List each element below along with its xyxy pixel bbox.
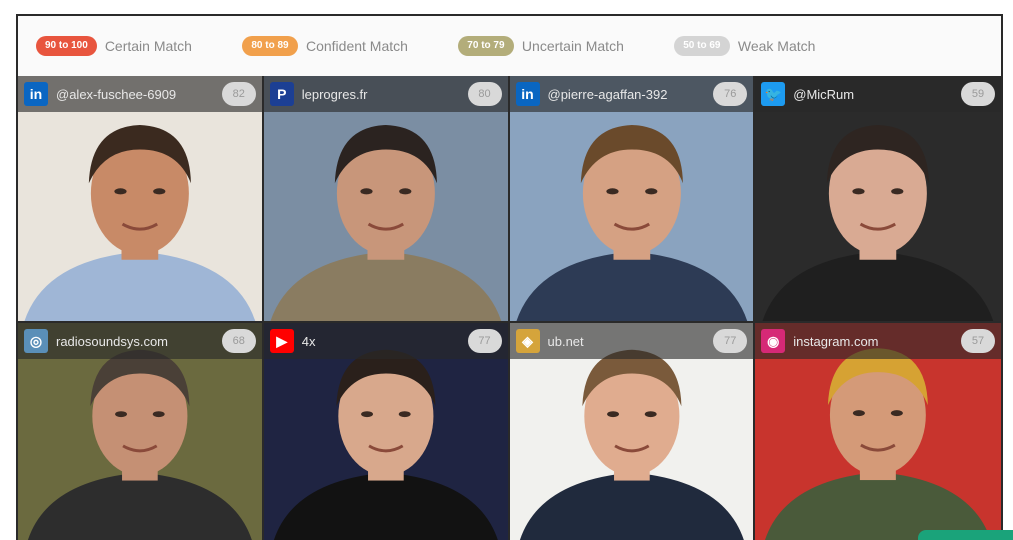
legend-pill: 90 to 100: [36, 36, 97, 56]
linkedin-icon[interactable]: in: [24, 82, 48, 106]
site-icon[interactable]: ◈: [515, 329, 540, 353]
source-handle[interactable]: @MicRum: [793, 87, 955, 102]
match-score-badge: 82: [221, 82, 256, 106]
match-score-badge: 68: [221, 329, 256, 353]
person-photo: [762, 125, 994, 321]
linkedin-icon[interactable]: in: [515, 82, 540, 106]
source-handle[interactable]: instagram.com: [793, 334, 955, 349]
legend-pill: 50 to 69: [673, 36, 730, 56]
source-bar: in @pierre-agaffan-392 76: [509, 76, 754, 112]
legend-certain: 90 to 100 Certain Match: [36, 36, 192, 56]
match-score-badge: 77: [467, 329, 502, 353]
result-card[interactable]: ◎ radiosoundsys.com 68: [18, 323, 264, 540]
leprogres-icon[interactable]: P: [269, 82, 294, 106]
result-card[interactable]: Pleprogres.fr 80: [263, 76, 510, 323]
source-bar: ▶ 4x 77: [263, 323, 508, 359]
legend-label: Uncertain Match: [521, 38, 624, 54]
result-card[interactable]: ▶ 4x 77: [263, 323, 510, 540]
results-panel: 90 to 100 Certain Match 80 to 89 Confide…: [16, 14, 1003, 540]
legend-pill: 70 to 79: [457, 36, 514, 56]
source-bar: Pleprogres.fr 80: [263, 76, 508, 112]
source-handle[interactable]: leprogres.fr: [302, 87, 462, 102]
source-bar: ◎ radiosoundsys.com 68: [18, 323, 262, 359]
person-photo: [24, 125, 256, 321]
match-score-badge: 80: [467, 82, 502, 106]
person-photo: [270, 125, 501, 321]
source-bar: ◈ ub.net 77: [509, 323, 754, 359]
corner-tab: [918, 530, 1013, 540]
match-score-badge: 59: [961, 82, 995, 106]
results-grid: in @alex-fuschee-6909 82 Pleprogres.fr 80 in @…: [18, 76, 1001, 540]
result-card[interactable]: in @alex-fuschee-6909 82: [18, 76, 264, 323]
legend-label: Weak Match: [737, 38, 816, 54]
source-handle[interactable]: @alex-fuschee-6909: [56, 87, 216, 102]
instagram-icon[interactable]: ◉: [761, 329, 786, 353]
source-bar: ◉ instagram.com 57: [755, 323, 1001, 359]
legend-label: Confident Match: [305, 38, 408, 54]
source-handle[interactable]: radiosoundsys.com: [56, 334, 216, 349]
result-card[interactable]: ◉ instagram.com 57: [755, 323, 1001, 540]
multi-source-icon[interactable]: ▶: [269, 329, 294, 353]
match-score-badge: 77: [713, 329, 748, 353]
source-handle[interactable]: @pierre-agaffan-392: [548, 87, 708, 102]
site-icon[interactable]: ◎: [24, 329, 48, 353]
twitter-icon[interactable]: 🐦: [761, 82, 786, 106]
legend-label: Certain Match: [104, 38, 192, 54]
match-legend: 90 to 100 Certain Match 80 to 89 Confide…: [18, 16, 1001, 76]
source-handle[interactable]: ub.net: [548, 334, 708, 349]
result-card[interactable]: in @pierre-agaffan-392 76: [509, 76, 756, 323]
source-bar: in @alex-fuschee-6909 82: [18, 76, 262, 112]
legend-uncertain: 70 to 79 Uncertain Match: [457, 36, 624, 56]
legend-confident: 80 to 89 Confident Match: [241, 36, 408, 56]
legend-weak: 50 to 69 Weak Match: [673, 36, 816, 56]
match-score-badge: 76: [713, 82, 748, 106]
match-score-badge: 57: [961, 329, 995, 353]
source-handle[interactable]: 4x: [302, 334, 462, 349]
result-card[interactable]: ◈ ub.net 77: [509, 323, 756, 540]
legend-pill: 80 to 89: [241, 36, 298, 56]
source-bar: 🐦 @MicRum 59: [755, 76, 1001, 112]
result-card[interactable]: 🐦 @MicRum 59: [755, 76, 1001, 323]
person-photo: [516, 125, 747, 321]
